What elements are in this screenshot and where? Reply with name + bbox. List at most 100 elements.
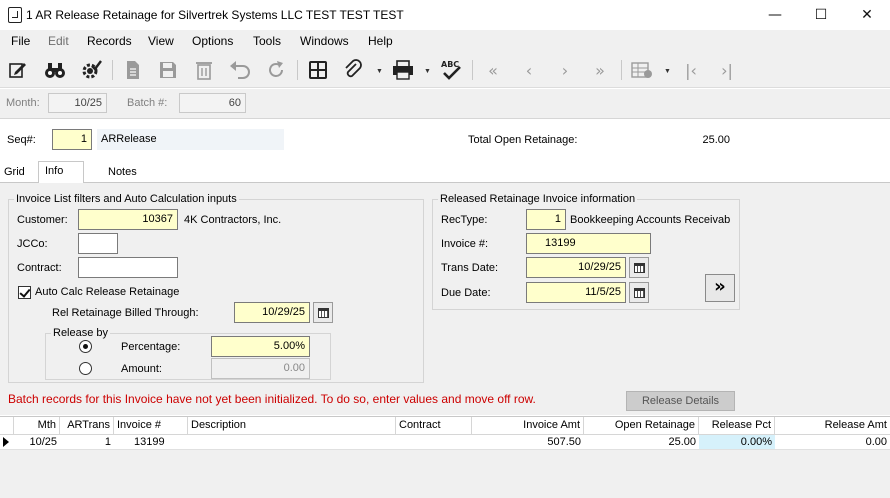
rel-billed-through-label: Rel Retainage Billed Through: [52,307,199,319]
cell-open-retainage[interactable]: 25.00 [584,435,699,449]
undo-icon[interactable] [229,59,251,81]
current-row-indicator-icon [3,437,9,447]
col-release-amt[interactable]: Release Amt [775,417,890,435]
records-grid: Mth ARTrans Invoice # Description Contra… [0,416,890,498]
customer-name: 4K Contractors, Inc. [184,214,282,226]
month-field: 10/25 [48,93,107,113]
calculator-icon[interactable] [307,59,329,81]
batch-label: Batch #: [127,97,168,109]
col-open-retainage[interactable]: Open Retainage [584,417,699,435]
attachment-dropdown-icon[interactable]: ▼ [376,68,383,75]
col-artrans[interactable]: ARTrans [60,417,114,435]
contract-label: Contract: [17,262,62,274]
tab-info[interactable]: Info [38,161,84,183]
menu-file[interactable]: File [11,34,30,48]
customer-input[interactable]: 10367 [78,209,178,230]
auto-calc-checkbox[interactable] [18,286,31,299]
close-button[interactable]: ✕ [844,0,890,30]
spellcheck-icon[interactable]: ABC [440,59,462,81]
menu-windows[interactable]: Windows [300,34,349,48]
released-retainage-title: Released Retainage Invoice information [438,193,638,205]
cell-invoice[interactable]: 13199 [114,435,188,449]
tab-grid[interactable]: Grid [0,163,30,183]
release-details-button[interactable]: Release Details [626,391,735,411]
total-open-retainage-label: Total Open Retainage: [468,134,578,146]
menu-options[interactable]: Options [192,34,233,48]
col-contract[interactable]: Contract [396,417,472,435]
maximize-button[interactable]: ☐ [798,0,844,30]
cell-contract[interactable] [396,435,472,449]
table-row[interactable]: 10/25 1 13199 507.50 25.00 0.00% 0.00 [0,435,890,450]
go-forward-button[interactable]: » [705,274,735,302]
percentage-label: Percentage: [121,341,181,353]
col-invoice[interactable]: Invoice # [114,417,188,435]
due-date-label: Due Date: [441,287,491,299]
amount-radio[interactable] [79,362,92,375]
first-icon[interactable]: |‹ [680,59,702,81]
rel-billed-through-input[interactable]: 10/29/25 [234,302,310,323]
col-description[interactable]: Description [188,417,396,435]
last-record-icon[interactable]: » [589,59,611,81]
toolbar-separator [472,60,473,80]
trans-date-label: Trans Date: [441,262,499,274]
col-release-pct[interactable]: Release Pct [699,417,775,435]
cell-mth[interactable]: 10/25 [14,435,60,449]
refresh-icon[interactable] [265,59,287,81]
cell-release-amt[interactable]: 0.00 [775,435,890,449]
menu-records[interactable]: Records [87,34,132,48]
cell-invoice-amt[interactable]: 507.50 [472,435,584,449]
trans-date-input[interactable]: 10/29/25 [526,257,626,278]
attachment-icon[interactable] [342,59,364,81]
grid-settings-icon[interactable] [631,59,653,81]
due-date-calendar-icon[interactable] [629,282,649,303]
rectype-label: RecType: [441,214,488,226]
window-title: 1 AR Release Retainage for Silvertrek Sy… [26,8,404,22]
delete-icon[interactable] [193,59,215,81]
svg-text:ABC: ABC [441,60,459,69]
menu-tools[interactable]: Tools [253,34,281,48]
next-record-icon[interactable]: › [554,59,576,81]
percentage-input[interactable]: 5.00% [211,336,310,357]
calendar-icon[interactable] [313,302,333,323]
minimize-button[interactable]: — [752,0,798,30]
seq-input[interactable]: 1 [52,129,92,150]
batch-field: 60 [179,93,246,113]
document-icon[interactable] [122,59,144,81]
grid-settings-dropdown-icon[interactable]: ▼ [664,68,671,75]
amount-label: Amount: [121,363,162,375]
menu-bar: File Edit Records View Options Tools Win… [0,30,890,52]
percentage-radio[interactable] [79,340,92,353]
due-date-input[interactable]: 11/5/25 [526,282,626,303]
contract-input[interactable] [78,257,178,278]
amount-input[interactable]: 0.00 [211,358,310,379]
rectype-input[interactable]: 1 [526,209,566,230]
app-icon [8,7,22,23]
gear-check-icon[interactable] [80,59,102,81]
edit-icon[interactable] [7,59,29,81]
invoice-input[interactable]: 13199 [526,233,651,254]
first-record-icon[interactable]: « [482,59,504,81]
month-label: Month: [6,97,40,109]
last-icon[interactable]: ›| [716,59,738,81]
binoculars-icon[interactable] [44,59,66,81]
col-invoice-amt[interactable]: Invoice Amt [472,417,584,435]
title-bar: 1 AR Release Retainage for Silvertrek Sy… [0,0,890,30]
printer-dropdown-icon[interactable]: ▼ [424,68,431,75]
previous-record-icon[interactable]: ‹ [518,59,540,81]
cell-artrans[interactable]: 1 [60,435,114,449]
trans-date-calendar-icon[interactable] [629,257,649,278]
menu-view[interactable]: View [148,34,174,48]
jcco-input[interactable] [78,233,118,254]
save-icon[interactable] [157,59,179,81]
seq-label: Seq#: [7,134,36,146]
menu-help[interactable]: Help [368,34,393,48]
jcco-label: JCCo: [17,238,48,250]
tab-notes[interactable]: Notes [104,163,144,183]
menu-edit[interactable]: Edit [48,34,69,48]
col-mth[interactable]: Mth [14,417,60,435]
auto-calc-label: Auto Calc Release Retainage [35,286,180,298]
release-by-title: Release by [51,327,111,339]
printer-icon[interactable] [392,59,414,81]
cell-release-pct[interactable]: 0.00% [699,435,775,449]
cell-description[interactable] [188,435,396,449]
